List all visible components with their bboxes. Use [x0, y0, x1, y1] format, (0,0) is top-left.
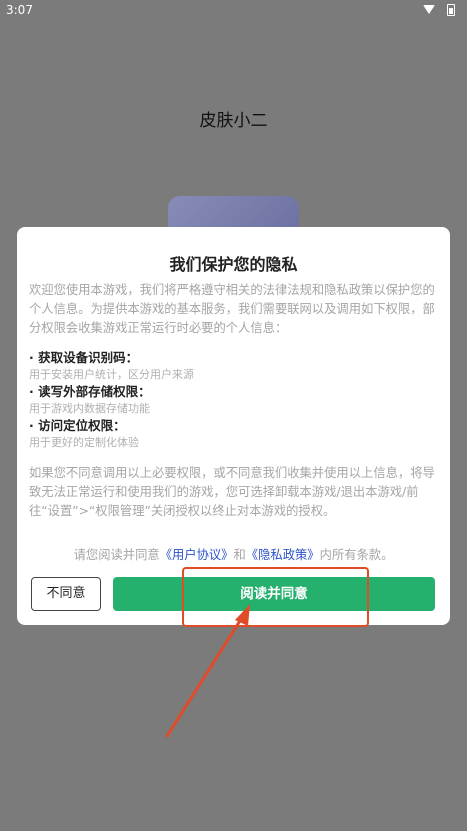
permission-item: · 读写外部存储权限： 用于游戏内数据存储功能: [29, 383, 439, 417]
app-title: 皮肤小二: [199, 111, 268, 131]
privacy-policy-link[interactable]: 《隐私政策》: [246, 548, 320, 562]
agreement-line: 请您阅读并同意《用户协议》和《隐私政策》内所有条款。: [17, 545, 450, 563]
annotation-highlight-box: [182, 567, 369, 627]
wifi-icon: [423, 5, 435, 14]
permission-desc: 用于更好的定制化体验: [29, 436, 139, 449]
dialog-title: 我们保护您的隐私: [169, 255, 298, 274]
permission-title: · 获取设备识别码：: [29, 350, 139, 365]
user-agreement-link[interactable]: 《用户协议》: [160, 548, 234, 562]
disagree-button[interactable]: 不同意: [31, 577, 101, 611]
permission-title: · 访问定位权限：: [29, 418, 126, 433]
agreement-suffix: 内所有条款。: [319, 548, 394, 562]
agreement-and: 和: [233, 548, 246, 562]
status-time: 3:07: [6, 3, 33, 17]
status-bar: 3:07: [0, 0, 467, 22]
dialog-notice: 如果您不同意调用以上必要权限，或不同意我们收集并使用以上信息，将导致无法正常运行…: [29, 466, 435, 518]
permission-item: · 访问定位权限： 用于更好的定制化体验: [29, 417, 439, 451]
dialog-intro: 欢迎您使用本游戏，我们将严格遵守相关的法律法规和隐私政策以保护您的个人信息。为提…: [29, 283, 435, 335]
privacy-dialog: 我们保护您的隐私 欢迎您使用本游戏，我们将严格遵守相关的法律法规和隐私政策以保护…: [17, 227, 450, 625]
permission-title: · 读写外部存储权限：: [29, 384, 151, 399]
permission-list: · 获取设备识别码： 用于安装用户统计，区分用户来源 · 读写外部存储权限： 用…: [29, 349, 439, 451]
permission-desc: 用于安装用户统计，区分用户来源: [29, 368, 194, 381]
permission-desc: 用于游戏内数据存储功能: [29, 402, 150, 415]
permission-item: · 获取设备识别码： 用于安装用户统计，区分用户来源: [29, 349, 439, 383]
battery-icon: [447, 4, 455, 16]
agreement-prefix: 请您阅读并同意: [73, 548, 160, 562]
